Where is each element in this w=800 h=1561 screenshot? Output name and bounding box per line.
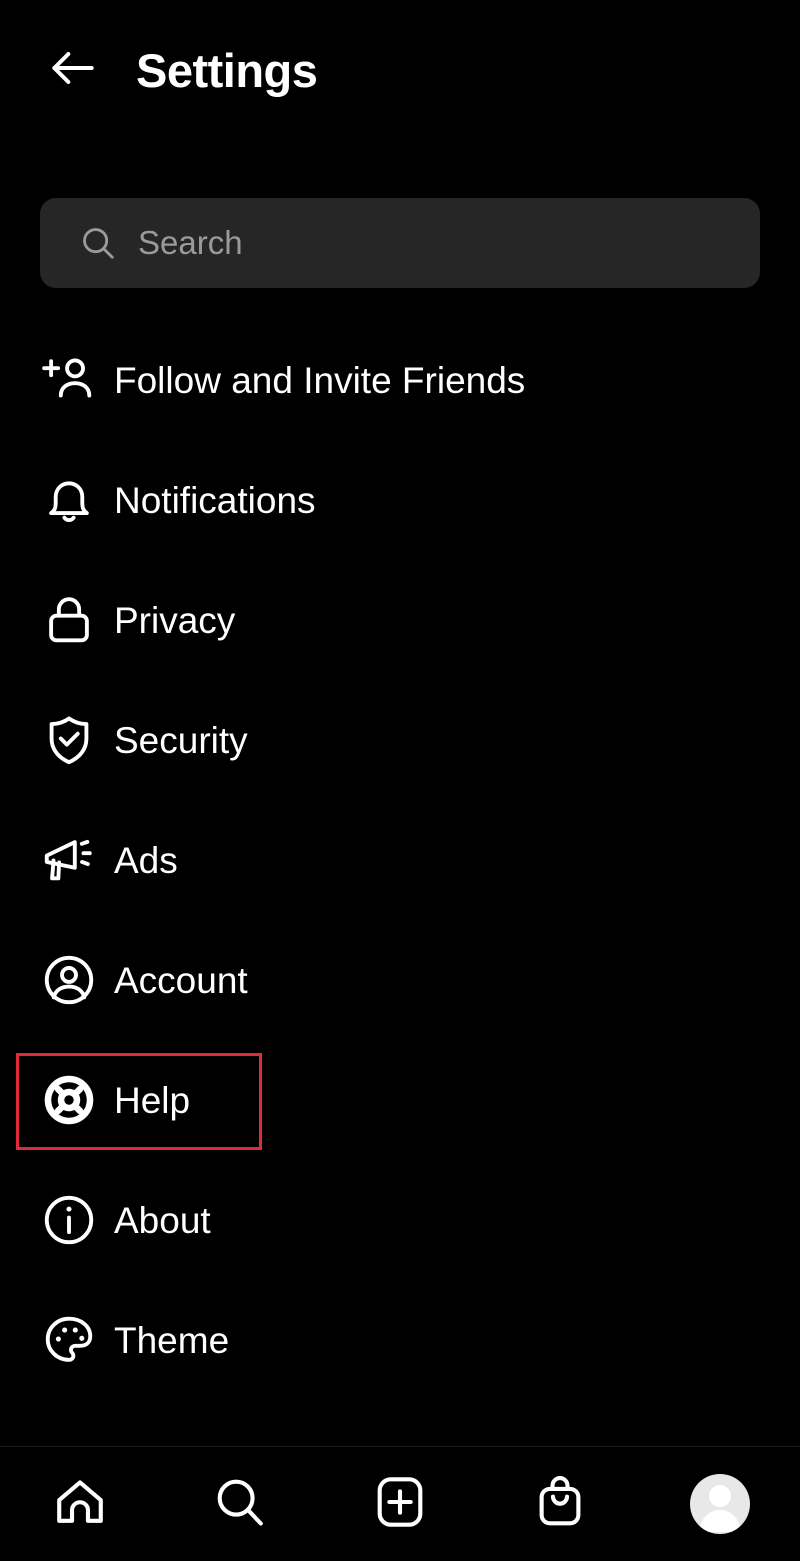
settings-list: Follow and Invite Friends Notifications … <box>0 320 800 1400</box>
avatar-body <box>700 1510 740 1532</box>
bell-icon <box>38 469 100 531</box>
plus-square-icon <box>371 1473 429 1536</box>
settings-item-follow-and-invite-friends[interactable]: Follow and Invite Friends <box>0 320 800 440</box>
nav-item-shop[interactable] <box>480 1447 640 1561</box>
settings-item-label: Theme <box>114 1319 230 1361</box>
settings-item-help[interactable]: Help <box>0 1040 800 1160</box>
search-input[interactable] <box>138 224 760 262</box>
bottom-navigation-bar <box>0 1446 800 1561</box>
settings-item-label: Security <box>114 719 248 761</box>
lock-icon <box>38 589 100 651</box>
nav-item-profile[interactable] <box>640 1447 800 1561</box>
megaphone-icon <box>38 829 100 891</box>
avatar <box>690 1474 750 1534</box>
search-bar[interactable] <box>40 198 760 288</box>
palette-icon <box>38 1309 100 1371</box>
app-header: Settings <box>0 0 800 140</box>
shopping-bag-icon <box>531 1473 589 1536</box>
settings-item-privacy[interactable]: Privacy <box>0 560 800 680</box>
home-icon <box>51 1473 109 1536</box>
settings-item-account[interactable]: Account <box>0 920 800 1040</box>
settings-item-ads[interactable]: Ads <box>0 800 800 920</box>
shield-check-icon <box>38 709 100 771</box>
search-icon <box>78 223 118 263</box>
avatar-head <box>709 1485 731 1507</box>
settings-item-label: Privacy <box>114 599 236 641</box>
search-icon <box>211 1473 269 1536</box>
settings-item-notifications[interactable]: Notifications <box>0 440 800 560</box>
settings-item-security[interactable]: Security <box>0 680 800 800</box>
lifebuoy-icon <box>38 1069 100 1131</box>
arrow-left-icon <box>45 40 101 101</box>
account-circle-icon <box>38 949 100 1011</box>
settings-item-label: Follow and Invite Friends <box>114 359 526 401</box>
back-button[interactable] <box>38 35 108 105</box>
settings-item-label: Account <box>114 959 248 1001</box>
settings-item-theme[interactable]: Theme <box>0 1280 800 1400</box>
settings-item-about[interactable]: About <box>0 1160 800 1280</box>
settings-item-label: Ads <box>114 839 178 881</box>
page-title: Settings <box>136 43 318 97</box>
nav-item-search[interactable] <box>160 1447 320 1561</box>
person-add-icon <box>38 349 100 411</box>
nav-item-home[interactable] <box>0 1447 160 1561</box>
settings-item-label: Notifications <box>114 479 316 521</box>
settings-item-label: About <box>114 1199 211 1241</box>
settings-item-label: Help <box>114 1079 191 1121</box>
info-circle-icon <box>38 1189 100 1251</box>
nav-item-create[interactable] <box>320 1447 480 1561</box>
